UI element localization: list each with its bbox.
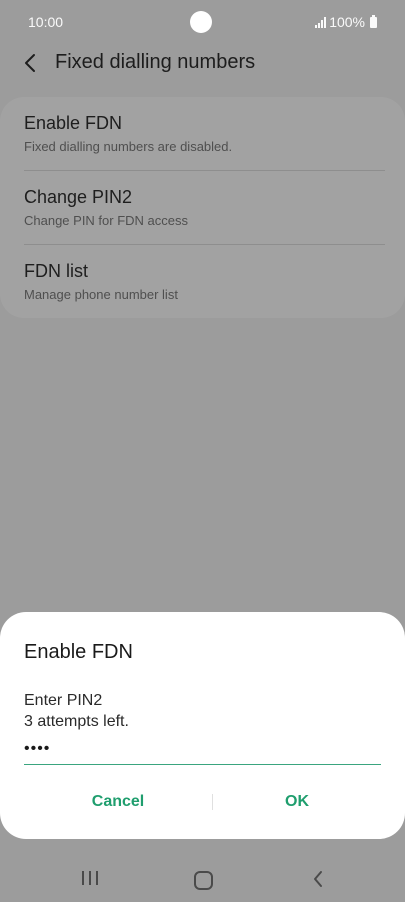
- settings-item-change-pin2[interactable]: Change PIN2 Change PIN for FDN access: [0, 171, 405, 244]
- ok-button[interactable]: OK: [212, 790, 382, 814]
- settings-item-title: Enable FDN: [24, 113, 123, 133]
- settings-item-fdn-list[interactable]: FDN list Manage phone number list: [0, 245, 405, 318]
- signal-icon: [315, 16, 327, 28]
- battery-percent: 100%: [329, 14, 365, 30]
- chevron-left-icon[interactable]: [20, 52, 42, 74]
- app-header: Fixed dialling numbers: [0, 40, 405, 84]
- camera-cutout: [190, 11, 212, 33]
- home-icon[interactable]: [194, 871, 213, 890]
- settings-item-enable-fdn[interactable]: Enable FDN Fixed dialling numbers are di…: [0, 97, 405, 170]
- status-bar: 10:00 100%: [0, 0, 405, 44]
- settings-item-subtitle: Fixed dialling numbers are disabled.: [24, 139, 233, 154]
- attempts-left-text: 3 attempts left.: [24, 713, 129, 730]
- status-indicators: 100%: [315, 14, 377, 30]
- recent-apps-icon[interactable]: [82, 871, 98, 885]
- status-time: 10:00: [28, 14, 64, 30]
- back-icon[interactable]: [311, 869, 325, 889]
- settings-item-subtitle: Change PIN for FDN access: [24, 213, 189, 228]
- pin2-input[interactable]: [24, 734, 381, 765]
- battery-icon: [370, 14, 377, 28]
- settings-item-title: Change PIN2: [24, 187, 133, 207]
- dialog-title: Enable FDN: [24, 641, 133, 663]
- settings-item-title: FDN list: [24, 261, 88, 281]
- navigation-bar: [0, 855, 405, 902]
- enable-fdn-dialog: Enable FDN Enter PIN2 3 attempts left. C…: [0, 612, 405, 839]
- page-title: Fixed dialling numbers: [55, 51, 256, 73]
- settings-card: Enable FDN Fixed dialling numbers are di…: [0, 97, 405, 318]
- cancel-button[interactable]: Cancel: [33, 790, 203, 814]
- dialog-prompt: Enter PIN2: [24, 692, 103, 709]
- settings-item-subtitle: Manage phone number list: [24, 287, 178, 302]
